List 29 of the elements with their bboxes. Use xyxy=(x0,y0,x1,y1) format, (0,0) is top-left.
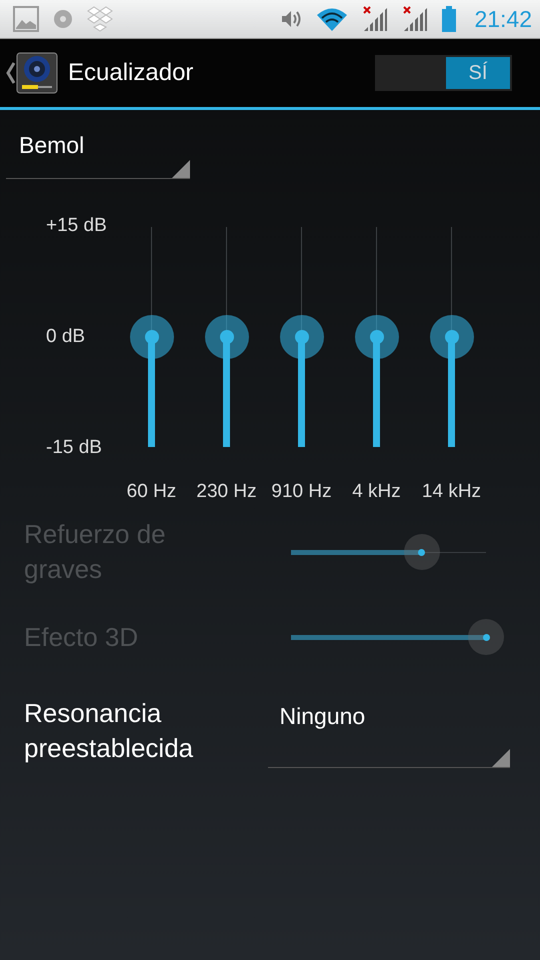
band-label: 4 kHz xyxy=(352,481,401,503)
signal-icon xyxy=(362,6,388,32)
setting-label: Resonancia preestablecida xyxy=(24,697,194,765)
back-icon xyxy=(6,62,16,84)
band-label: 230 Hz xyxy=(196,481,257,503)
band-slider-thumb[interactable] xyxy=(354,315,398,359)
band-slider-thumb[interactable] xyxy=(280,315,324,359)
boxes-icon xyxy=(87,6,113,32)
band-slider-thumb[interactable] xyxy=(430,315,474,359)
screen-title: Ecualizador xyxy=(68,59,194,87)
db-label: +15 dB xyxy=(46,215,108,237)
band-label: 14 kHz xyxy=(422,481,482,503)
gallery-icon xyxy=(13,6,39,32)
band-slider-thumb[interactable] xyxy=(204,315,248,359)
db-label: -15 dB xyxy=(46,437,103,459)
wifi-icon xyxy=(316,6,348,32)
band-slider-thumb[interactable] xyxy=(130,315,174,359)
band-label: 60 Hz xyxy=(126,481,176,503)
disc-icon xyxy=(53,9,73,29)
signal-icon xyxy=(402,6,428,32)
slider-thumb[interactable] xyxy=(468,619,504,655)
battery-icon xyxy=(442,6,456,32)
db-label: 0 dB xyxy=(46,326,86,348)
clock-time: 21:42 xyxy=(474,6,532,32)
preset-dropdown[interactable]: Bemol xyxy=(6,126,190,179)
slider-thumb[interactable] xyxy=(404,534,440,570)
speaker-icon xyxy=(16,52,58,94)
band-label: 910 Hz xyxy=(271,481,332,503)
resonance-dropdown[interactable]: Ninguno xyxy=(268,694,510,768)
